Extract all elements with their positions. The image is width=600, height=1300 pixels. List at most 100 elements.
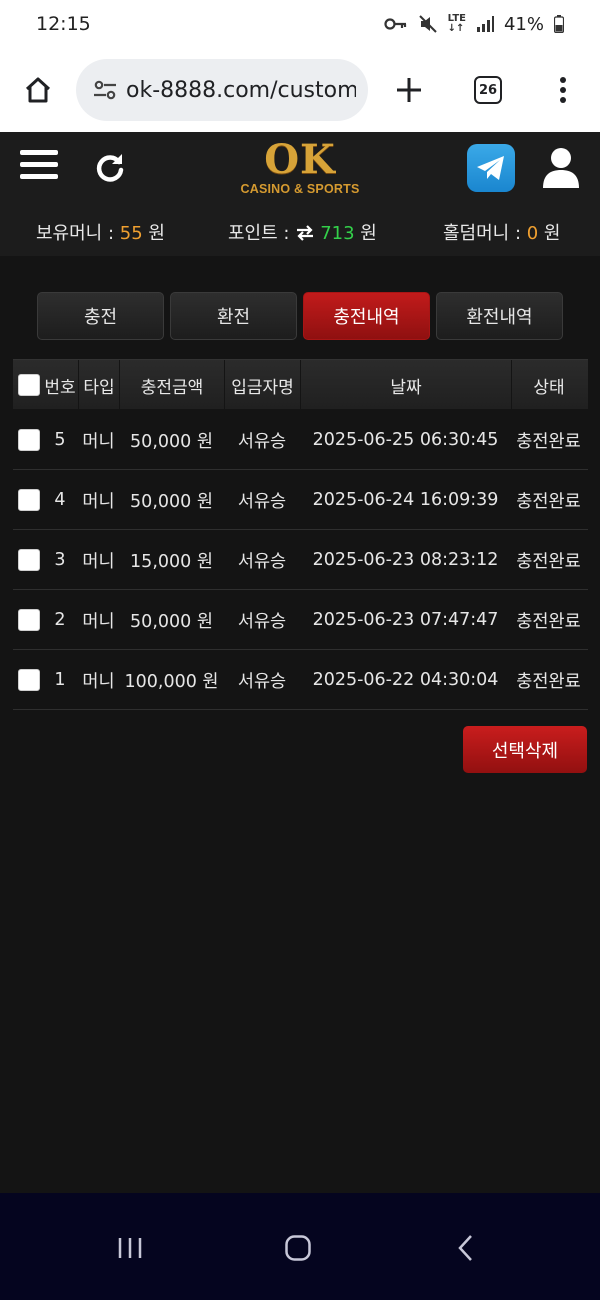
row-type: 머니 — [82, 491, 115, 512]
row-type: 머니 — [82, 431, 115, 452]
money-value: 55 — [119, 223, 143, 244]
row-depositor: 서유승 — [237, 671, 287, 692]
row-depositor: 서유승 — [237, 431, 287, 452]
hamburger-menu-icon[interactable] — [20, 150, 58, 184]
browser-toolbar: ok-8888.com/customer 26 — [0, 48, 600, 132]
row-type: 머니 — [82, 611, 115, 632]
row-depositor: 서유승 — [237, 491, 287, 512]
row-amount: 50,000 원 — [130, 431, 213, 452]
tab-deposit-history[interactable]: 충전내역 — [303, 292, 430, 340]
status-icons: LTE ↓↑ 41% — [384, 14, 564, 35]
row-status: 충전완료 — [516, 551, 581, 572]
delete-selected-button[interactable]: 선택삭제 — [463, 726, 587, 773]
row-date: 2025-06-25 06:30:45 — [312, 430, 499, 450]
tabs-icon: 26 — [474, 76, 502, 104]
row-amount: 100,000 원 — [124, 671, 219, 692]
lte-icon: LTE ↓↑ — [447, 13, 466, 34]
row-status: 충전완료 — [516, 491, 581, 512]
browser-menu-button[interactable] — [526, 48, 600, 132]
select-all-checkbox[interactable] — [17, 374, 40, 396]
row-checkbox[interactable] — [17, 609, 40, 631]
row-depositor: 서유승 — [237, 551, 287, 572]
site-settings-icon[interactable] — [90, 75, 120, 105]
balance-money: 보유머니 : 55 원 — [36, 223, 165, 244]
site-logo[interactable]: OK CASINO & SPORTS — [240, 140, 360, 202]
balance-holdem: 홀덤머니 : 0 원 — [443, 223, 561, 244]
user-icon — [543, 148, 579, 188]
row-no: 5 — [54, 430, 66, 450]
row-checkbox[interactable] — [17, 669, 40, 691]
row-type: 머니 — [82, 551, 115, 572]
telegram-button[interactable] — [467, 144, 515, 192]
row-checkbox[interactable] — [17, 549, 40, 571]
battery-icon — [554, 15, 564, 33]
tab-switcher-button[interactable]: 26 — [450, 48, 526, 132]
refresh-icon — [96, 154, 124, 182]
row-no: 2 — [54, 610, 66, 630]
url-text: ok-8888.com/customer — [126, 77, 356, 103]
recent-apps-button[interactable] — [100, 1223, 160, 1273]
table-row: 2 머니 50,000 원 서유승 2025-06-23 07:47:47 충전… — [13, 590, 588, 650]
table-row: 5 머니 50,000 원 서유승 2025-06-25 06:30:45 충전… — [13, 410, 588, 470]
telegram-icon — [477, 156, 504, 180]
header-no: 번호 — [44, 377, 76, 398]
home-circle-icon — [285, 1235, 311, 1261]
row-status: 충전완료 — [516, 611, 581, 632]
history-table-header: 번호 타입 충전금액 입금자명 날짜 상태 — [13, 359, 588, 410]
logo-sub-text: CASINO & SPORTS — [240, 182, 360, 196]
system-nav-bar — [0, 1193, 600, 1300]
user-button[interactable] — [541, 146, 581, 188]
home-icon — [25, 77, 51, 103]
battery-percent: 41% — [503, 13, 544, 35]
holdem-value: 0 — [526, 223, 539, 244]
more-vert-icon — [560, 77, 566, 103]
status-time: 12:15 — [36, 13, 91, 35]
address-bar[interactable]: ok-8888.com/customer — [76, 59, 368, 121]
header-type: 타입 — [78, 360, 119, 410]
balance-point: 포인트 : 713 원 — [228, 223, 377, 244]
key-icon — [384, 18, 406, 30]
plus-icon — [397, 78, 421, 102]
refresh-button[interactable] — [92, 150, 128, 186]
row-amount: 15,000 원 — [130, 551, 213, 572]
browser-home-button[interactable] — [0, 48, 76, 132]
tab-withdraw[interactable]: 환전 — [170, 292, 297, 340]
home-nav-button[interactable] — [268, 1223, 328, 1273]
row-checkbox[interactable] — [17, 489, 40, 511]
recent-apps-icon — [118, 1238, 142, 1258]
mute-icon — [418, 15, 437, 33]
header-status: 상태 — [511, 360, 586, 410]
new-tab-button[interactable] — [368, 48, 450, 132]
header-amount: 충전금액 — [119, 360, 224, 410]
row-no: 3 — [54, 550, 66, 570]
row-date: 2025-06-23 08:23:12 — [312, 550, 499, 570]
table-row: 3 머니 15,000 원 서유승 2025-06-23 08:23:12 충전… — [13, 530, 588, 590]
status-bar: 12:15 LTE ↓↑ 41% — [0, 0, 600, 48]
logo-main-text: OK — [264, 136, 336, 183]
row-status: 충전완료 — [516, 431, 581, 452]
row-date: 2025-06-23 07:47:47 — [312, 610, 499, 630]
row-no: 1 — [54, 670, 66, 690]
balance-bar: 보유머니 : 55 원 포인트 : 713 원 홀덤머니 : 0 원 — [0, 204, 600, 256]
row-date: 2025-06-24 16:09:39 — [312, 490, 499, 510]
tab-withdraw-history[interactable]: 환전내역 — [436, 292, 563, 340]
row-amount: 50,000 원 — [130, 611, 213, 632]
point-value: 713 — [320, 223, 355, 244]
select-all-cell — [15, 360, 42, 410]
back-nav-button[interactable] — [436, 1223, 496, 1273]
table-row: 4 머니 50,000 원 서유승 2025-06-24 16:09:39 충전… — [13, 470, 588, 530]
row-depositor: 서유승 — [237, 611, 287, 632]
header-depositor: 입금자명 — [224, 360, 300, 410]
exchange-icon[interactable] — [295, 225, 315, 241]
site-header: OK CASINO & SPORTS — [0, 132, 600, 204]
row-checkbox[interactable] — [17, 429, 40, 451]
row-amount: 50,000 원 — [130, 491, 213, 512]
back-icon — [458, 1235, 472, 1261]
table-row: 1 머니 100,000 원 서유승 2025-06-22 04:30:04 충… — [13, 650, 588, 710]
row-status: 충전완료 — [516, 671, 581, 692]
row-no: 4 — [54, 490, 66, 510]
tab-deposit[interactable]: 충전 — [37, 292, 164, 340]
row-type: 머니 — [82, 671, 115, 692]
header-date: 날짜 — [300, 360, 511, 410]
row-date: 2025-06-22 04:30:04 — [312, 670, 499, 690]
